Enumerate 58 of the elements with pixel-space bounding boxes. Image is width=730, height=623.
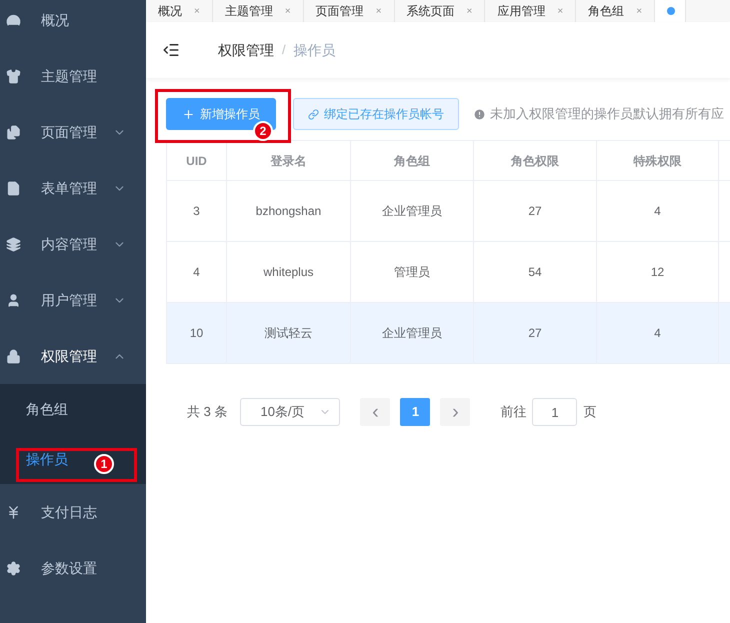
page-tab[interactable]: 页面管理 × [304, 0, 395, 22]
sidebar-item[interactable]: 主题管理 [0, 48, 146, 104]
page-tab[interactable] [655, 0, 686, 22]
breadcrumb-separator: / [282, 41, 286, 60]
page-suffix: 页 [583, 403, 596, 422]
layers-icon [6, 236, 21, 252]
table-cell-text: 27 [528, 325, 542, 342]
total-count: 共 3 条 [187, 403, 228, 422]
submenu-item[interactable]: 角色组 [26, 398, 68, 420]
goto-label: 前往 [500, 403, 526, 422]
shirt-icon [6, 68, 21, 84]
page-size-select[interactable]: 10条/页 [240, 398, 340, 426]
page-tab[interactable]: 应用管理 × [485, 0, 576, 22]
table-cell-text: 4 [193, 264, 200, 281]
submenu-item[interactable]: 操作员 [26, 448, 68, 470]
table-cell-text: 3 [193, 203, 200, 220]
sidebar-item[interactable]: 支付日志 [0, 484, 146, 540]
table-cell-text: 10 [190, 325, 204, 342]
page-jump-field[interactable]: 1 [532, 398, 578, 426]
sidebar-item[interactable]: 概况 [0, 0, 146, 48]
settings-icon [6, 560, 21, 576]
sidebar-item[interactable]: 表单管理 [0, 160, 146, 216]
link-icon [308, 108, 319, 120]
page-tab[interactable]: 系统页面 × [394, 0, 486, 22]
sidebar-item[interactable]: 权限管理 [0, 328, 146, 384]
pages-icon [6, 124, 21, 140]
breadcrumb-item: 操作员 [294, 40, 336, 60]
table-row[interactable]: 4 whiteplus 管理员 54 12 [167, 242, 730, 303]
table-row[interactable]: 3 bzhongshan 企业管理员 27 4 [167, 181, 730, 242]
callout-badge: 1 [94, 454, 114, 474]
document-icon [6, 180, 21, 196]
table-cell-text: 测试轻云 [264, 325, 312, 342]
table-cell-text: 企业管理员 [382, 325, 442, 342]
table-cell-text: 27 [528, 203, 542, 220]
gauge-icon [6, 12, 21, 28]
page-tab[interactable]: 概况 × [146, 0, 213, 22]
table-cell-text: 4 [654, 325, 661, 342]
sidebar-item[interactable]: 用户管理 [0, 272, 146, 328]
table-row[interactable]: 10 测试轻云 企业管理员 27 4 [167, 303, 730, 364]
sidebar-item[interactable]: 内容管理 [0, 216, 146, 272]
sidebar-item[interactable]: 参数设置 [0, 540, 146, 596]
table-cell-text: whiteplus [263, 264, 314, 281]
table-cell-text: 管理员 [394, 264, 430, 281]
table-cell-text: 4 [654, 203, 661, 220]
breadcrumb-item[interactable]: 权限管理 [218, 40, 274, 60]
user-icon [6, 292, 21, 308]
hint-text: 未加入权限管理的操作员默认拥有所有应 [490, 105, 724, 124]
sidebar-item[interactable]: 页面管理 [0, 104, 146, 160]
menu-toggle-icon[interactable] [162, 41, 180, 59]
table-cell-text: bzhongshan [256, 203, 322, 220]
table-cell-text: 54 [528, 264, 542, 281]
table-cell-text: 企业管理员 [382, 203, 442, 220]
lock-icon [6, 348, 21, 364]
page-tab[interactable]: 主题管理 × [212, 0, 304, 22]
info-icon [473, 108, 486, 120]
table-cell-text: 12 [650, 264, 664, 281]
yen-icon [6, 504, 21, 520]
plus-icon [182, 108, 195, 120]
